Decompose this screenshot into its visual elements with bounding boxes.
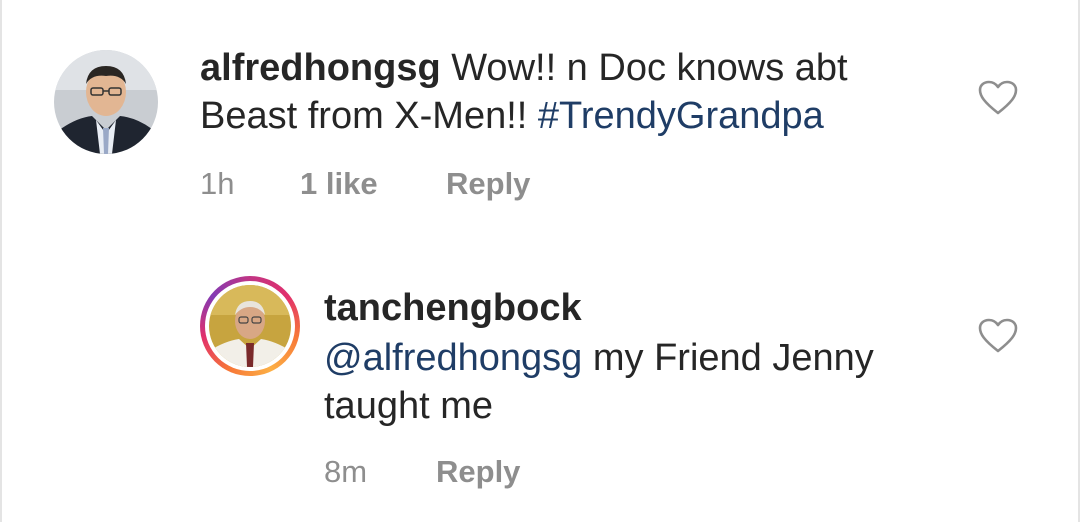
comment-timestamp: 1h (200, 166, 235, 201)
likes-count[interactable]: 1 like (300, 166, 446, 202)
comment-timestamp: 8m (324, 454, 368, 489)
reply-button[interactable]: Reply (436, 454, 520, 489)
comment-body: tanchengbock @alfredhongsg my Friend Jen… (324, 284, 944, 430)
comment-body: alfredhongsg Wow!! n Doc knows abt Beast… (200, 44, 920, 140)
profile-photo-icon (54, 50, 158, 154)
comments-panel: alfredhongsg Wow!! n Doc knows abt Beast… (0, 0, 1080, 522)
profile-photo-icon (209, 285, 291, 367)
mention-link[interactable]: @alfredhongsg (324, 337, 582, 379)
comment-username[interactable]: tanchengbock (324, 284, 944, 332)
reply-button[interactable]: Reply (446, 166, 530, 201)
comment-meta: 8m Reply (324, 454, 520, 490)
like-heart-icon[interactable] (978, 80, 1018, 116)
comment-alfredhongsg: alfredhongsg Wow!! n Doc knows abt Beast… (2, 0, 1080, 230)
comment-username[interactable]: alfredhongsg (200, 47, 441, 89)
comment-tanchengbock: tanchengbock @alfredhongsg my Friend Jen… (2, 270, 1080, 522)
like-heart-icon[interactable] (978, 318, 1018, 354)
avatar[interactable] (54, 50, 158, 154)
avatar[interactable] (209, 285, 291, 367)
comment-meta: 1h 1 like Reply (200, 166, 530, 202)
hashtag-link[interactable]: #TrendyGrandpa (538, 95, 824, 137)
